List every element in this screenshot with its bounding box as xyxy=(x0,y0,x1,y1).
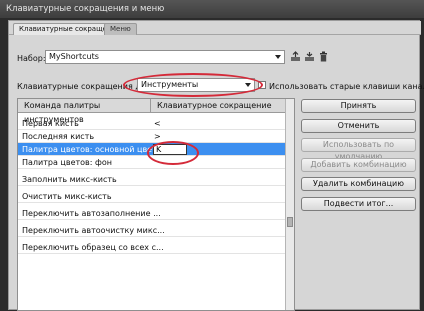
table-row[interactable]: Переключить образец со всех с... xyxy=(18,241,286,254)
row-command: Палитра цветов: основной цвет xyxy=(22,145,157,154)
scrollbar-thumb[interactable] xyxy=(287,217,293,227)
row-command: Переключить образец со всех с... xyxy=(22,243,164,252)
chevron-down-icon xyxy=(275,55,281,59)
set-value: MyShortcuts xyxy=(49,52,99,61)
table-row[interactable]: Переключить автозаполнение ... xyxy=(18,207,286,220)
delete-shortcut-button[interactable]: Удалить комбинацию xyxy=(301,177,416,191)
row-shortcut: > xyxy=(154,132,161,141)
shortcuts-for-dropdown[interactable]: Инструменты xyxy=(137,78,255,92)
legacy-channel-shortcuts-label: Использовать старые клавиши каналов xyxy=(269,82,424,91)
column-header-command[interactable]: Команда палитры инструментов xyxy=(18,99,150,124)
use-default-button[interactable]: Использовать по умолчанию xyxy=(301,138,416,161)
new-set-icon[interactable] xyxy=(304,51,315,62)
tab-menus-label: Меню xyxy=(110,25,131,33)
legacy-channel-shortcuts-checkbox[interactable] xyxy=(258,81,266,89)
summarize-button[interactable]: Подвести итог... xyxy=(301,197,416,211)
table-scrollbar[interactable] xyxy=(285,99,294,310)
column-header-shortcut[interactable]: Клавиатурное сокращение xyxy=(150,99,286,113)
row-command: Палитра цветов: фон xyxy=(22,158,112,167)
table-row[interactable]: Переключить автоочистку микс... xyxy=(18,224,286,237)
undo-button[interactable]: Отменить xyxy=(301,119,416,133)
table-row[interactable]: Заполнить микс-кисть xyxy=(18,173,286,186)
window-titlebar: Клавиатурные сокращения и меню xyxy=(0,0,424,18)
set-dropdown[interactable]: MyShortcuts xyxy=(45,50,285,64)
table-row[interactable]: Палитра цветов: фон xyxy=(18,156,286,169)
add-shortcut-button[interactable]: Добавить комбинацию xyxy=(301,158,416,172)
set-label: Набор: xyxy=(17,54,46,63)
shortcut-input[interactable]: K xyxy=(153,144,187,155)
shortcuts-for-label: Клавиатурные сокращения для: xyxy=(17,82,154,91)
table-row[interactable]: Очистить микс-кисть xyxy=(18,190,286,203)
accept-button[interactable]: Принять xyxy=(301,99,416,113)
save-set-icon[interactable] xyxy=(290,51,301,62)
tab-strip: Клавиатурные сокращения Меню xyxy=(9,21,421,35)
table-row[interactable]: Первая кисть < xyxy=(18,117,286,130)
row-command: Переключить автоочистку микс... xyxy=(22,226,165,235)
row-command: Очистить микс-кисть xyxy=(22,192,112,201)
row-command: Переключить автозаполнение ... xyxy=(22,209,161,218)
window-title: Клавиатурные сокращения и меню xyxy=(6,4,165,14)
shortcuts-for-value: Инструменты xyxy=(141,80,199,89)
row-command: Первая кисть xyxy=(22,119,79,128)
tab-menus[interactable]: Меню xyxy=(104,23,137,35)
trash-icon[interactable] xyxy=(318,51,329,62)
table-row[interactable]: Последняя кисть > xyxy=(18,130,286,143)
shortcut-input-value: K xyxy=(156,145,162,154)
shortcuts-table: Команда палитры инструментов Клавиатурно… xyxy=(17,98,295,311)
table-row-selected[interactable]: Палитра цветов: основной цвет K xyxy=(18,143,286,156)
row-command: Заполнить микс-кисть xyxy=(22,175,117,184)
row-command: Последняя кисть xyxy=(22,132,95,141)
chevron-down-icon xyxy=(245,83,251,87)
row-shortcut: < xyxy=(154,119,161,128)
table-header: Команда палитры инструментов Клавиатурно… xyxy=(18,99,286,124)
shortcuts-dialog: Клавиатурные сокращения Меню Набор: MySh… xyxy=(8,20,424,311)
